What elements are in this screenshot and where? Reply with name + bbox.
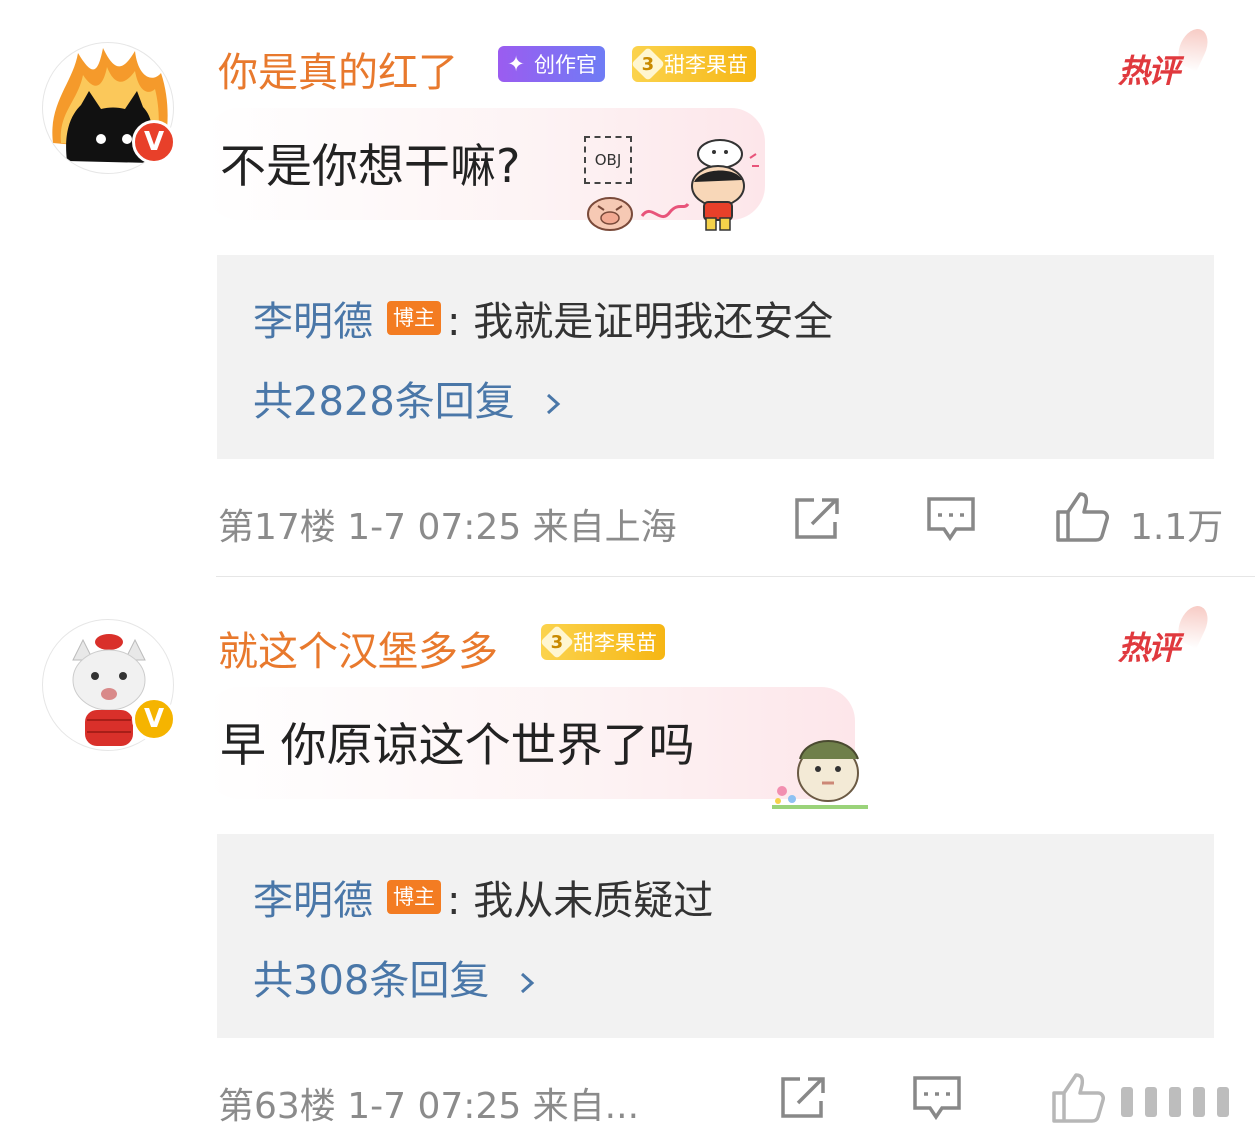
creator-badge-label: 创作官 (534, 53, 597, 77)
fan-level: 3 (550, 631, 564, 653)
like-icon[interactable] (1050, 1071, 1106, 1123)
avatar[interactable]: V (42, 42, 176, 174)
blogger-badge: 博主 (387, 880, 441, 914)
pig-sticker-icon (587, 197, 633, 231)
hot-comment-label: 热评 (1118, 52, 1180, 90)
obj-placeholder-icon: OBJ (584, 136, 632, 184)
watermark-icon (1121, 1087, 1229, 1117)
crayon-shin-chan-sticker-icon (691, 139, 759, 231)
creator-icon: ✦ (507, 52, 525, 76)
avatar[interactable]: V (42, 619, 176, 751)
like-icon[interactable] (1054, 490, 1110, 542)
comment-item: V 就这个汉堡多多 3 甜李果苗 热评 早 你原谅这个世界了吗 李明德 博主 :… (0, 577, 1255, 1137)
hot-comment-label: 热评 (1118, 629, 1180, 667)
hot-wing-decoration (1172, 24, 1214, 72)
chevron-right-icon (521, 972, 535, 994)
hamster-sticker-icon (772, 740, 868, 809)
comment-text: 不是你想干嘛? (220, 139, 521, 193)
fan-badge-label: 甜李果苗 (664, 53, 748, 77)
reply-line: 李明德 博主 : 我就是证明我还安全 (253, 289, 833, 347)
fan-badge-label: 甜李果苗 (573, 631, 657, 655)
blogger-badge: 博主 (387, 301, 441, 335)
comment-text: 早 你原谅这个世界了吗 (220, 718, 695, 772)
share-icon[interactable] (792, 496, 842, 542)
chevron-right-icon (546, 393, 560, 415)
reply-text: : 我就是证明我还安全 (447, 299, 834, 345)
comment-meta: 第17楼 1-7 07:25 来自上海 (218, 507, 677, 548)
reply-preview[interactable]: 李明德 博主 : 我从未质疑过 共308条回复 (217, 834, 1214, 1038)
comment-meta: 第63楼 1-7 07:25 来自... (218, 1086, 640, 1127)
obj-label: OBJ (594, 151, 622, 169)
diamond-level-icon: 3 (540, 625, 574, 659)
reply-count-link[interactable]: 共2828条回复 (253, 369, 564, 427)
verified-badge: V (132, 697, 176, 741)
reply-text: : 我从未质疑过 (447, 878, 714, 924)
comment-item: V 你是真的红了 ✦ 创作官 3 甜李果苗 热评 不是你想干嘛? OBJ 李明德 (0, 0, 1255, 576)
reply-preview[interactable]: 李明德 博主 : 我就是证明我还安全 共2828条回复 (217, 255, 1214, 459)
creator-badge[interactable]: ✦ 创作官 (498, 46, 605, 82)
fan-level: 3 (641, 53, 655, 75)
fan-badge[interactable]: 3 甜李果苗 (540, 624, 665, 660)
reply-line: 李明德 博主 : 我从未质疑过 (253, 868, 713, 926)
like-count: 1.1万 (1130, 507, 1224, 548)
comment-icon[interactable] (926, 496, 976, 542)
diamond-level-icon: 3 (631, 47, 665, 81)
username[interactable]: 就这个汉堡多多 (218, 619, 498, 677)
reply-count: 共308条回复 (253, 958, 490, 1004)
reply-author[interactable]: 李明德 (253, 868, 373, 926)
verified-badge: V (132, 120, 176, 164)
username[interactable]: 你是真的红了 (218, 40, 458, 98)
share-icon[interactable] (778, 1075, 828, 1121)
reply-count-link[interactable]: 共308条回复 (253, 948, 538, 1006)
comment-icon[interactable] (912, 1075, 962, 1121)
reply-author[interactable]: 李明德 (253, 289, 373, 347)
fan-badge[interactable]: 3 甜李果苗 (631, 46, 756, 82)
reply-count: 共2828条回复 (253, 379, 515, 425)
hot-wing-decoration (1172, 601, 1214, 649)
